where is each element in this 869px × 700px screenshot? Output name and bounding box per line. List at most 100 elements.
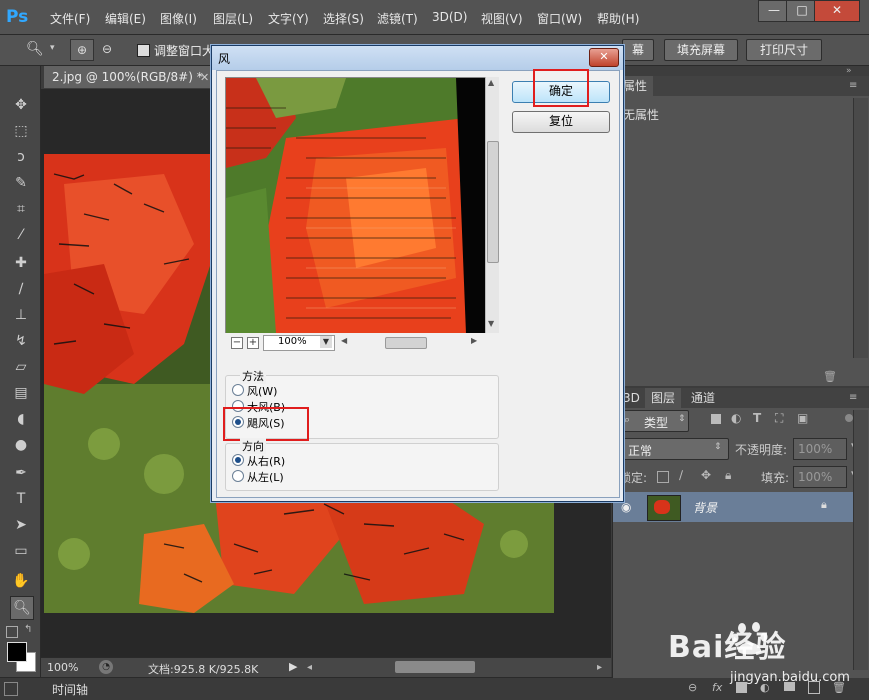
radio-wind[interactable] [232, 384, 244, 396]
timeline-tab[interactable]: 时间轴 [52, 681, 88, 698]
move-tool-icon[interactable]: ✥ [10, 94, 32, 116]
filter-shape-icon[interactable]: ⛶ [775, 411, 783, 426]
panel-menu-icon[interactable]: ≡ [849, 392, 857, 403]
tab-close-icon[interactable]: ✕ [200, 71, 209, 84]
foreground-color-swatch[interactable] [7, 642, 27, 662]
zoom-select[interactable]: 100% ▼ [263, 335, 335, 351]
crop-tool-icon[interactable]: ⌗ [10, 198, 32, 220]
pen-tool-icon[interactable]: ✒ [10, 462, 32, 484]
blur-tool-icon[interactable]: ◖ [10, 408, 32, 430]
hand-tool-icon[interactable]: ✋ [10, 570, 32, 592]
rectangle-tool-icon[interactable]: ▭ [10, 540, 32, 562]
menu-view[interactable]: 视图(V) [481, 10, 523, 27]
healing-brush-tool-icon[interactable]: ✚ [10, 252, 32, 274]
menu-layer[interactable]: 图层(L) [213, 10, 253, 27]
menu-filter[interactable]: 滤镜(T) [377, 10, 418, 27]
clone-stamp-tool-icon[interactable]: ⊥ [10, 304, 32, 326]
chevron-down-icon[interactable]: ▾ [50, 43, 55, 53]
document-tab[interactable]: 2.jpg @ 100%(RGB/8#) * [44, 66, 222, 88]
reset-button[interactable]: 复位 [512, 111, 610, 133]
filter-kind-select[interactable]: ⌕ 类型 ⇕ [619, 410, 689, 432]
filter-type-icon[interactable]: T [753, 411, 761, 425]
resize-windows-checkbox[interactable] [137, 44, 150, 57]
eye-icon[interactable]: ◉ [621, 500, 631, 514]
zoom-out-button[interactable]: − [231, 337, 243, 349]
status-menu-icon[interactable]: ◔ [99, 660, 113, 674]
menu-window[interactable]: 窗口(W) [537, 10, 582, 27]
menu-file[interactable]: 文件(F) [50, 10, 90, 27]
dialog-close-button[interactable]: ✕ [589, 48, 619, 67]
radio-from-right[interactable] [232, 454, 244, 466]
zoom-in-button[interactable]: + [247, 337, 259, 349]
timeline-icon[interactable] [4, 682, 18, 696]
fill-field[interactable]: 100% [793, 466, 847, 488]
dodge-tool-icon[interactable]: ● [10, 434, 32, 456]
dialog-titlebar[interactable]: 风 ✕ [212, 46, 623, 70]
layer-row-background[interactable]: ◉ 背景 🔒︎ [613, 492, 853, 522]
opacity-label: 不透明度: [735, 443, 788, 457]
menu-3d[interactable]: 3D(D) [432, 10, 467, 24]
brush-tool-icon[interactable]: ∕ [10, 278, 32, 300]
filter-toggle-icon[interactable] [845, 414, 853, 422]
lasso-tool-icon[interactable]: ↄ [10, 146, 32, 168]
menu-image[interactable]: 图像(I) [160, 10, 197, 27]
direction-right-option[interactable]: 从右(R) [232, 454, 285, 469]
trash-icon[interactable]: 🗑︎ [823, 370, 837, 383]
swap-colors-icon[interactable]: ↰ [24, 624, 32, 635]
scroll-left-icon[interactable]: ◂ [307, 662, 317, 673]
blend-mode-select[interactable]: 正常 ⇕ [619, 438, 729, 460]
default-colors-icon[interactable] [6, 626, 18, 638]
method-wind-option[interactable]: 风(W) [232, 384, 277, 399]
tab-channels[interactable]: 通道 [685, 388, 721, 408]
zoom-level[interactable]: 100% [47, 661, 78, 674]
opacity-field[interactable]: 100% [793, 438, 847, 460]
properties-scrollbar[interactable] [853, 98, 868, 358]
tab-layers[interactable]: 图层 [645, 388, 682, 408]
zoom-tool-icon[interactable]: 🔍︎ [10, 596, 34, 620]
vertical-scroll-thumb[interactable] [487, 141, 499, 263]
menu-edit[interactable]: 编辑(E) [105, 10, 146, 27]
horizontal-scrollbar-thumb[interactable] [395, 661, 475, 673]
tools-panel: ✥ ⬚ ↄ ✎ ⌗ ⁄ ✚ ∕ ⊥ ↯ ▱ ▤ ◖ ● ✒ T ➤ ▭ ✋ 🔍︎… [0, 66, 41, 699]
filter-preview[interactable] [225, 77, 495, 335]
panel-menu-icon[interactable]: ≡ [849, 80, 857, 91]
lock-transparent-icon[interactable] [657, 471, 669, 483]
eraser-tool-icon[interactable]: ▱ [10, 356, 32, 378]
path-select-tool-icon[interactable]: ➤ [10, 514, 32, 536]
direction-left-option[interactable]: 从左(L) [232, 470, 284, 485]
eyedropper-tool-icon[interactable]: ⁄ [10, 224, 32, 246]
history-brush-tool-icon[interactable]: ↯ [10, 330, 32, 352]
horizontal-scroll-thumb[interactable] [385, 337, 427, 349]
scroll-right-icon[interactable]: ▶ [471, 336, 477, 345]
collapse-panels-icon[interactable]: » [846, 66, 852, 76]
print-size-button[interactable]: 打印尺寸 [746, 39, 822, 61]
status-arrow-icon[interactable]: ▶ [289, 660, 297, 673]
menu-type[interactable]: 文字(Y) [268, 10, 309, 27]
lock-position-icon[interactable]: ✥ [701, 468, 711, 482]
scroll-left-icon[interactable]: ◀ [341, 336, 347, 345]
lock-all-icon[interactable]: 🔒︎ [725, 468, 731, 483]
menu-select[interactable]: 选择(S) [323, 10, 364, 27]
close-button[interactable]: ✕ [814, 0, 860, 22]
marquee-tool-icon[interactable]: ⬚ [10, 120, 32, 142]
zoom-in-icon[interactable]: ⊕ [70, 39, 94, 61]
quick-select-tool-icon[interactable]: ✎ [10, 172, 32, 194]
fit-screen-button[interactable]: 幕 [622, 39, 654, 61]
scroll-up-icon[interactable]: ▲ [488, 78, 494, 87]
zoom-out-icon[interactable]: ⊖ [96, 39, 118, 59]
scroll-right-icon[interactable]: ▸ [597, 662, 602, 673]
lock-pixels-icon[interactable]: ∕ [679, 468, 683, 482]
zoom-tool-icon[interactable]: 🔍︎ [26, 41, 44, 57]
properties-content: 无属性 [623, 108, 660, 122]
preview-vertical-scrollbar[interactable]: ▲ ▼ [485, 77, 499, 333]
filter-adjustment-icon[interactable]: ◐ [731, 411, 741, 425]
filter-smart-object-icon[interactable]: ▣ [797, 411, 808, 425]
type-tool-icon[interactable]: T [10, 488, 32, 510]
fill-screen-button[interactable]: 填充屏幕 [664, 39, 738, 61]
gradient-tool-icon[interactable]: ▤ [10, 382, 32, 404]
radio-from-left[interactable] [232, 470, 244, 482]
filter-pixel-icon[interactable] [711, 414, 721, 424]
menu-help[interactable]: 帮助(H) [597, 10, 639, 27]
preview-zoom-row: − + 100% ▼ ◀ ▶ [225, 333, 499, 353]
scroll-down-icon[interactable]: ▼ [488, 319, 494, 328]
